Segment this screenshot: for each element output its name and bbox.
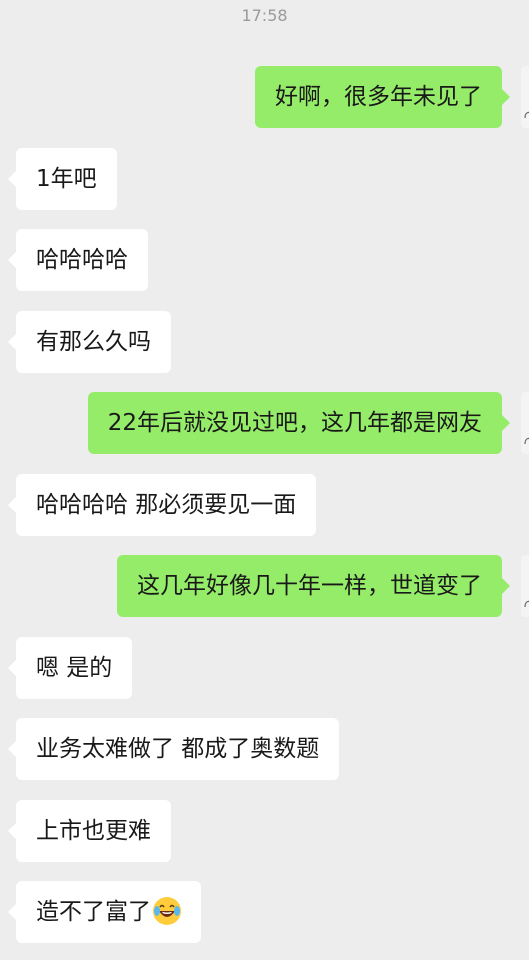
message-text: 1年吧	[36, 166, 97, 192]
message-row: 上市也更难	[0, 800, 529, 862]
message-text: 有那么久吗	[36, 329, 151, 355]
own-avatar[interactable]	[521, 66, 529, 128]
message-row: 哈哈哈哈 那必须要见一面	[0, 474, 529, 536]
message-timestamp: 17:58	[241, 6, 288, 25]
outgoing-message-bubble[interactable]: 这几年好像几十年一样，世道变了	[117, 555, 510, 617]
message-text: 哈哈哈哈	[36, 247, 128, 273]
incoming-message-bubble[interactable]: 造不了富了	[8, 881, 201, 943]
incoming-message-bubble[interactable]: 哈哈哈哈	[8, 229, 148, 291]
message-row: 业务太难做了 都成了奥数题	[0, 718, 529, 780]
message-row: 1年吧	[0, 148, 529, 210]
incoming-message-bubble[interactable]: 嗯 是的	[7, 637, 133, 699]
message-row: 好啊，很多年未见了	[0, 66, 529, 128]
outgoing-message-bubble[interactable]: 22年后就没见过吧，这几年都是网友	[87, 392, 511, 454]
incoming-message-bubble[interactable]: 有那么久吗	[8, 311, 171, 373]
message-text: 嗯 是的	[36, 655, 113, 681]
message-text: 好啊，很多年未见了	[275, 84, 482, 110]
message-text: 上市也更难	[36, 818, 151, 844]
message-text: 造不了富了	[36, 899, 151, 925]
message-text: 哈哈哈哈 那必须要见一面	[36, 492, 297, 518]
laughing-tears-emoji-icon	[153, 896, 181, 925]
avatar-image-icon	[524, 111, 529, 119]
incoming-message-bubble[interactable]: 业务太难做了 都成了奥数题	[7, 718, 340, 780]
message-text: 业务太难做了 都成了奥数题	[36, 736, 320, 762]
incoming-message-bubble[interactable]: 上市也更难	[8, 800, 171, 862]
message-row: 这几年好像几十年一样，世道变了	[0, 555, 529, 617]
incoming-message-bubble[interactable]: 哈哈哈哈 那必须要见一面	[7, 474, 317, 536]
chat-view: 17:58 好啊，很多年未见了 1年吧 哈哈哈哈 有那么久吗 22年后就没见过吧…	[0, 0, 529, 960]
own-avatar[interactable]	[521, 392, 529, 454]
outgoing-message-bubble[interactable]: 好啊，很多年未见了	[255, 66, 510, 128]
incoming-message-bubble[interactable]: 1年吧	[8, 148, 117, 210]
message-row: 有那么久吗	[0, 311, 529, 373]
message-text: 这几年好像几十年一样，世道变了	[137, 573, 482, 599]
message-row: 嗯 是的	[0, 637, 529, 699]
message-text: 22年后就没见过吧，这几年都是网友	[107, 410, 482, 436]
avatar-image-icon	[524, 600, 529, 608]
own-avatar[interactable]	[521, 555, 529, 617]
message-row: 22年后就没见过吧，这几年都是网友	[0, 392, 529, 454]
message-row: 哈哈哈哈	[0, 229, 529, 291]
message-row: 造不了富了	[0, 881, 529, 943]
avatar-image-icon	[524, 437, 529, 445]
